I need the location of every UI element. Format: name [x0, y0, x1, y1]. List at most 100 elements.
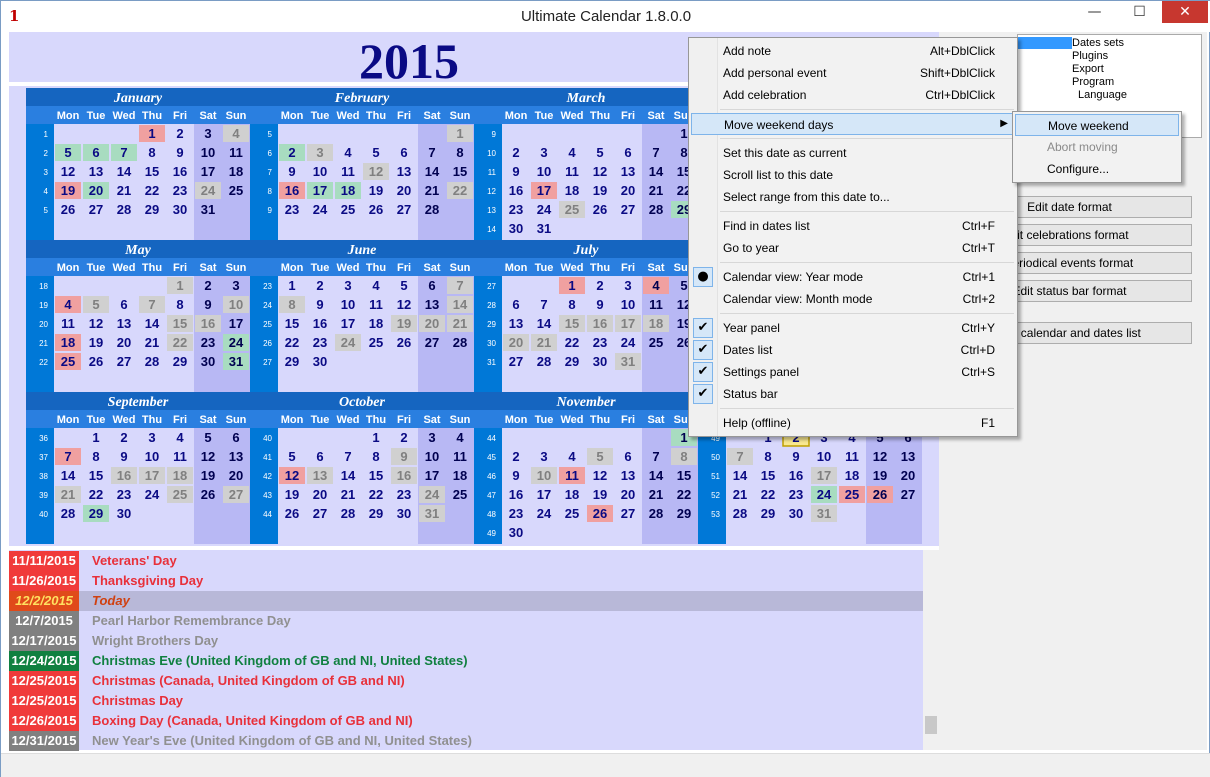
day-cell[interactable]: 18 [341, 183, 355, 198]
day-cell[interactable]: 30 [509, 525, 523, 540]
day-cell[interactable]: 27 [425, 335, 439, 350]
day-cell[interactable]: 24 [341, 335, 356, 350]
day-cell[interactable]: 5 [372, 145, 379, 160]
day-cell[interactable]: 4 [652, 278, 660, 293]
day-cell[interactable]: 12 [89, 316, 103, 331]
scrollbar-thumb[interactable] [925, 716, 937, 734]
day-cell[interactable]: 23 [173, 183, 187, 198]
day-cell[interactable]: 2 [316, 278, 323, 293]
day-cell[interactable]: 14 [117, 164, 132, 179]
day-cell[interactable]: 11 [845, 449, 859, 464]
menu-move-weekend-days[interactable]: Move weekend days ▶ [691, 113, 1015, 135]
day-cell[interactable]: 31 [201, 202, 215, 217]
day-cell[interactable]: 16 [509, 183, 523, 198]
day-cell[interactable]: 14 [453, 297, 468, 312]
day-cell[interactable]: 14 [341, 468, 356, 483]
day-cell[interactable]: 7 [120, 145, 127, 160]
day-cell[interactable]: 14 [61, 468, 76, 483]
day-cell[interactable]: 15 [285, 316, 299, 331]
day-cell[interactable]: 24 [621, 335, 636, 350]
day-cell[interactable]: 30 [173, 202, 187, 217]
day-cell[interactable]: 8 [92, 449, 99, 464]
day-cell[interactable]: 10 [537, 164, 551, 179]
day-cell[interactable]: 30 [593, 354, 607, 369]
day-cell[interactable]: 3 [624, 278, 631, 293]
day-cell[interactable]: 25 [453, 487, 467, 502]
day-cell[interactable]: 8 [176, 297, 183, 312]
maximize-button[interactable]: ☐ [1117, 1, 1162, 23]
day-cell[interactable]: 24 [537, 202, 552, 217]
day-cell[interactable]: 6 [624, 449, 631, 464]
day-cell[interactable]: 30 [789, 506, 803, 521]
day-cell[interactable]: 12 [201, 449, 215, 464]
day-cell[interactable]: 14 [537, 316, 552, 331]
day-cell[interactable]: 8 [764, 449, 771, 464]
day-cell[interactable]: 16 [789, 468, 803, 483]
close-button[interactable]: ✕ [1162, 1, 1208, 23]
day-cell[interactable]: 1 [148, 126, 155, 141]
day-cell[interactable]: 2 [176, 126, 183, 141]
tree-item-program[interactable]: Program [1072, 76, 1114, 88]
day-cell[interactable]: 4 [176, 430, 184, 445]
day-cell[interactable]: 21 [61, 487, 75, 502]
day-cell[interactable]: 14 [733, 468, 748, 483]
day-cell[interactable]: 14 [425, 164, 440, 179]
day-cell[interactable]: 18 [565, 487, 579, 502]
day-cell[interactable]: 30 [509, 221, 523, 236]
day-cell[interactable]: 13 [621, 164, 635, 179]
day-cell[interactable]: 4 [568, 145, 576, 160]
menu-find-in-dates-list[interactable]: Find in dates list Ctrl+F [691, 215, 1015, 237]
day-cell[interactable]: 2 [596, 278, 603, 293]
day-cell[interactable]: 6 [232, 430, 239, 445]
day-cell[interactable]: 13 [313, 468, 327, 483]
day-cell[interactable]: 8 [456, 145, 463, 160]
day-cell[interactable]: 25 [565, 202, 579, 217]
day-cell[interactable]: 27 [509, 354, 523, 369]
day-cell[interactable]: 4 [64, 297, 72, 312]
day-cell[interactable]: 29 [145, 202, 159, 217]
day-cell[interactable]: 7 [540, 297, 547, 312]
day-cell[interactable]: 14 [145, 316, 160, 331]
day-cell[interactable]: 23 [509, 202, 523, 217]
day-cell[interactable]: 9 [792, 449, 799, 464]
day-cell[interactable]: 22 [285, 335, 299, 350]
day-cell[interactable]: 8 [568, 297, 575, 312]
day-cell[interactable]: 25 [649, 335, 663, 350]
day-cell[interactable]: 17 [201, 164, 215, 179]
day-cell[interactable]: 23 [509, 506, 523, 521]
dates-list-scrollbar[interactable] [923, 550, 939, 750]
day-cell[interactable]: 23 [593, 335, 607, 350]
day-cell[interactable]: 15 [369, 468, 383, 483]
day-cell[interactable]: 20 [621, 183, 635, 198]
day-cell[interactable]: 22 [369, 487, 383, 502]
day-cell[interactable]: 26 [593, 506, 607, 521]
menu-dates-list[interactable]: ✔ Dates list Ctrl+D [691, 339, 1015, 361]
day-cell[interactable]: 17 [537, 183, 551, 198]
day-cell[interactable]: 13 [397, 164, 411, 179]
day-cell[interactable]: 23 [789, 487, 803, 502]
day-cell[interactable]: 28 [425, 202, 439, 217]
day-cell[interactable]: 21 [537, 335, 551, 350]
day-cell[interactable]: 27 [117, 354, 131, 369]
day-cell[interactable]: 15 [145, 164, 159, 179]
day-cell[interactable]: 16 [397, 468, 411, 483]
dates-list-row[interactable]: 11/11/2015 Veterans' Day [9, 551, 923, 571]
day-cell[interactable]: 17 [817, 468, 831, 483]
day-cell[interactable]: 18 [565, 183, 579, 198]
day-cell[interactable]: 29 [761, 506, 775, 521]
day-cell[interactable]: 22 [761, 487, 775, 502]
day-cell[interactable]: 1 [176, 278, 183, 293]
day-cell[interactable]: 31 [621, 354, 635, 369]
day-cell[interactable]: 6 [400, 145, 407, 160]
day-cell[interactable]: 15 [453, 164, 467, 179]
day-cell[interactable]: 10 [145, 449, 159, 464]
day-cell[interactable]: 7 [652, 145, 659, 160]
tree-item-plugins[interactable]: Plugins [1072, 50, 1108, 62]
day-cell[interactable]: 10 [817, 449, 831, 464]
day-cell[interactable]: 13 [509, 316, 523, 331]
menu-view-month-mode[interactable]: Calendar view: Month mode Ctrl+2 [691, 288, 1015, 310]
day-cell[interactable]: 3 [316, 145, 323, 160]
day-cell[interactable]: 1 [568, 278, 575, 293]
day-cell[interactable]: 20 [901, 468, 915, 483]
day-cell[interactable]: 1 [680, 430, 687, 445]
